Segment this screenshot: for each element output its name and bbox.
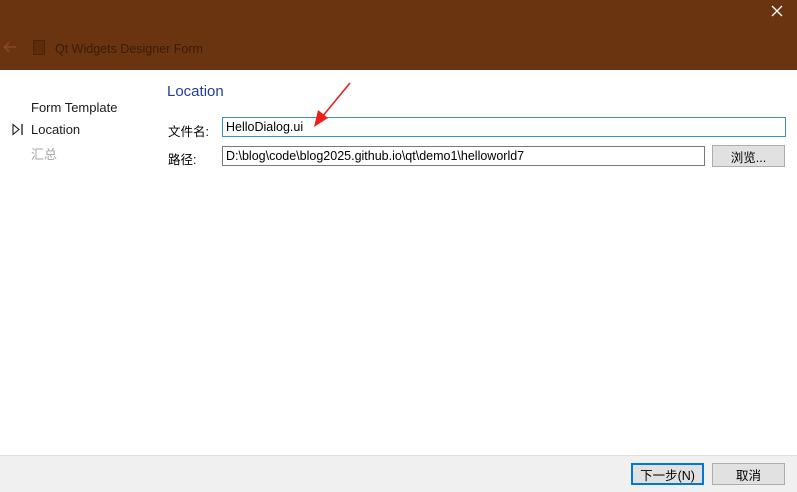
annotation-arrow-icon xyxy=(314,82,351,127)
document-icon xyxy=(33,40,45,55)
file-name-label: 文件名: xyxy=(168,125,209,139)
wizard-step-summary: 汇总 xyxy=(31,147,58,162)
current-step-marker-icon xyxy=(12,123,23,136)
close-icon xyxy=(771,5,783,17)
window-title: Qt Widgets Designer Form xyxy=(55,42,203,56)
browse-button[interactable]: 浏览... xyxy=(712,145,785,167)
title-bar: Qt Widgets Designer Form xyxy=(0,0,797,70)
wizard-step-form-template: Form Template xyxy=(31,100,118,115)
file-name-input[interactable]: HelloDialog.ui xyxy=(222,117,786,137)
next-button[interactable]: 下一步(N) xyxy=(631,463,704,485)
wizard-step-location: Location xyxy=(31,122,81,137)
path-input[interactable]: D:\blog\code\blog2025.github.io\qt\demo1… xyxy=(222,146,705,166)
cancel-button[interactable]: 取消 xyxy=(712,463,785,485)
path-label: 路径: xyxy=(168,153,197,167)
page-heading: Location xyxy=(167,83,224,100)
back-arrow-icon[interactable] xyxy=(2,39,18,55)
close-button[interactable] xyxy=(763,0,791,22)
